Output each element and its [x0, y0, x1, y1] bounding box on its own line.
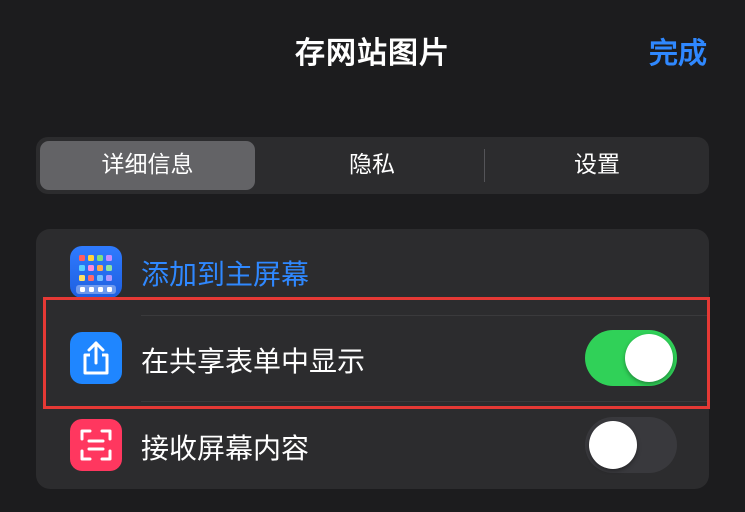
done-button[interactable]: 完成: [649, 30, 707, 72]
show-in-share-sheet-label: 在共享表单中显示: [141, 345, 366, 378]
scan-frame-icon: [70, 419, 122, 471]
receive-screen-content-label: 接收屏幕内容: [141, 432, 310, 465]
show-in-share-sheet-toggle[interactable]: [585, 330, 677, 386]
show-in-share-sheet-row: 在共享表单中显示: [36, 315, 709, 401]
toggle-knob: [625, 334, 673, 382]
segment-details[interactable]: 详细信息: [40, 141, 255, 190]
page-title: 存网站图片: [295, 36, 450, 71]
receive-screen-content-row: 接收屏幕内容: [36, 401, 709, 489]
segment-privacy[interactable]: 隐私: [260, 137, 484, 194]
segmented-control: 详细信息 隐私 设置: [36, 137, 709, 194]
settings-card: 添加到主屏幕 在共享表单中显示 接收屏幕内容: [36, 229, 709, 489]
add-to-home-screen-label: 添加到主屏幕: [141, 258, 310, 291]
toggle-knob: [589, 421, 637, 469]
segment-settings[interactable]: 设置: [485, 137, 709, 194]
share-icon: [70, 332, 122, 384]
receive-screen-content-toggle[interactable]: [585, 417, 677, 473]
add-to-home-screen-row[interactable]: 添加到主屏幕: [36, 229, 709, 315]
edit-shortcut-screen: 存网站图片 完成 详细信息 隐私 设置 添加到主屏幕 在共享表单中显示 接收屏幕…: [0, 0, 745, 512]
home-screen-grid-icon: [70, 246, 122, 298]
